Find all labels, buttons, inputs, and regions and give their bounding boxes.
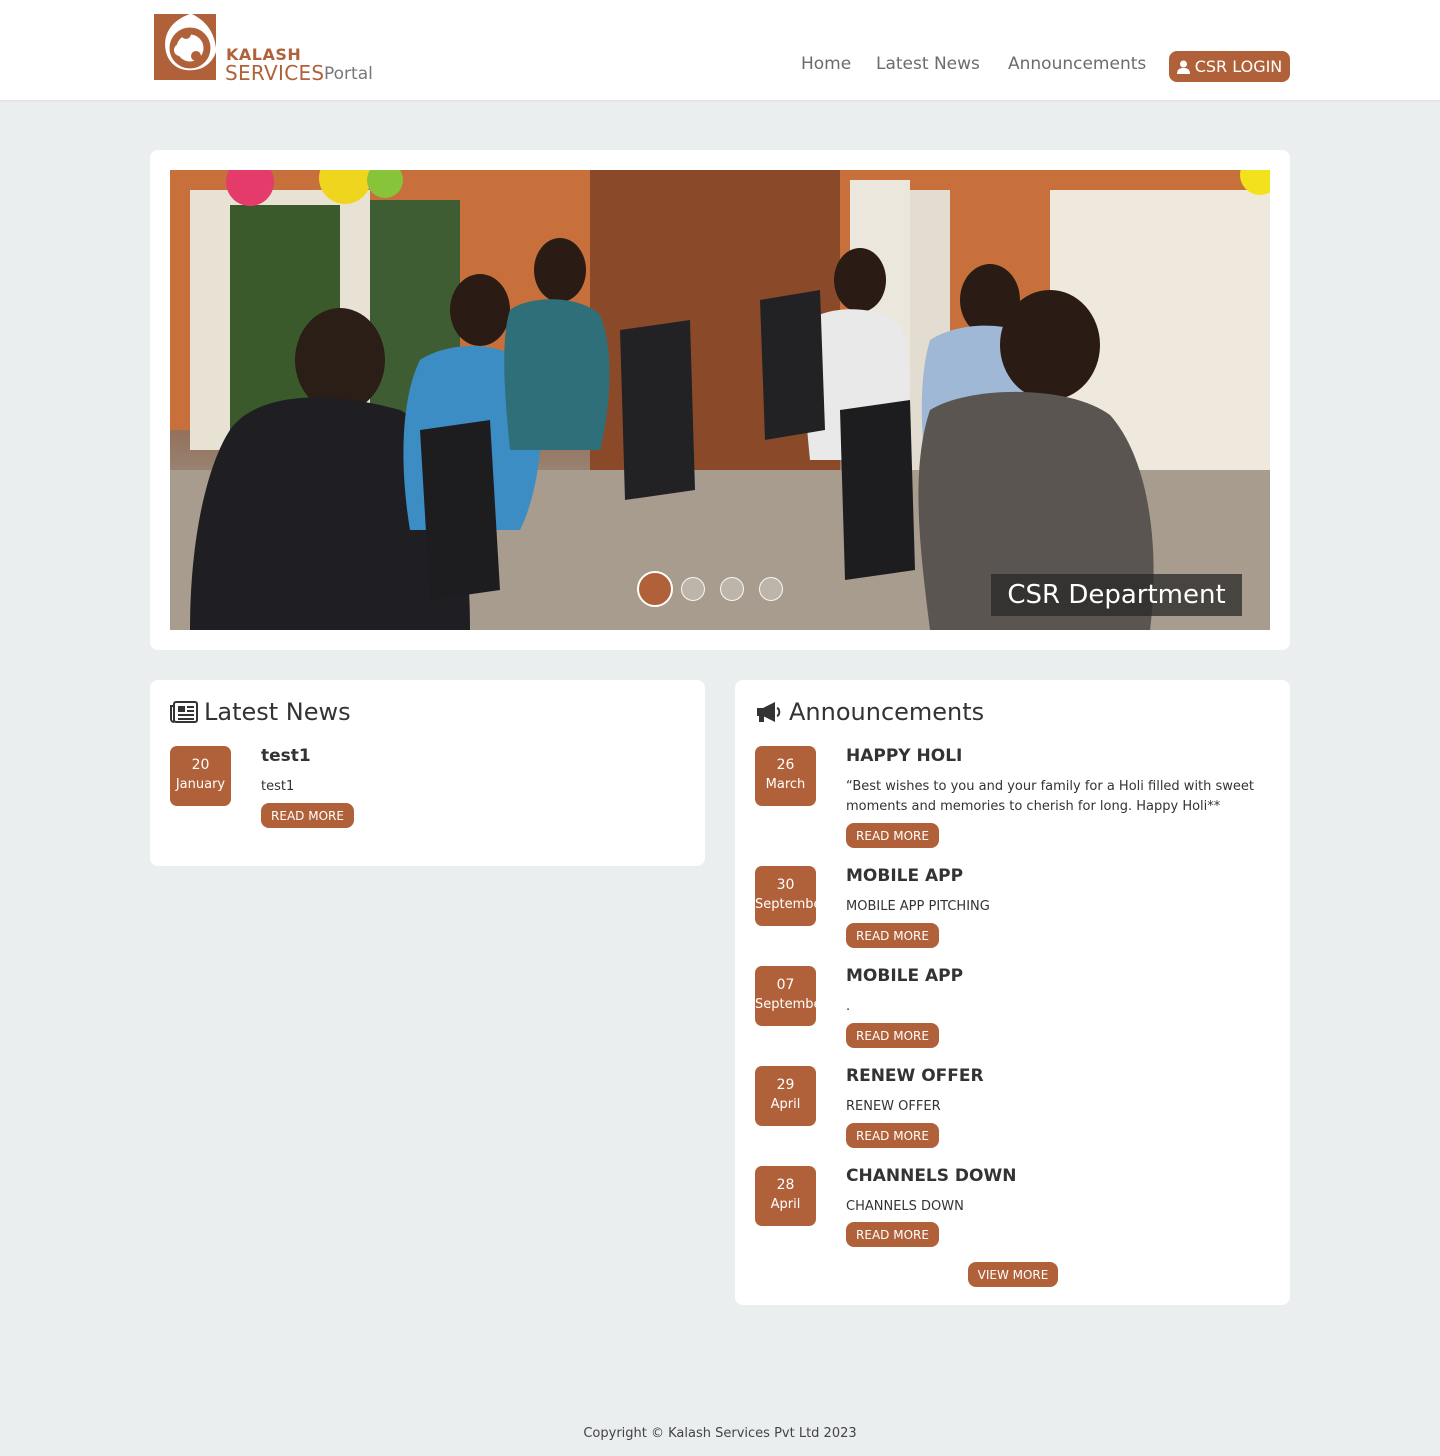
announcement-description: “Best wishes to you and your family for … bbox=[846, 779, 1255, 814]
logo-text-services: SERVICES bbox=[225, 61, 325, 85]
csr-login-label: CSR LOGIN bbox=[1194, 57, 1283, 76]
announcement-read-more-button[interactable]: READ MORE bbox=[846, 923, 939, 948]
news-date-badge: 20 January bbox=[170, 746, 231, 806]
slider-dot-2[interactable] bbox=[681, 577, 705, 601]
announcement-description: CHANNELS DOWN bbox=[846, 1199, 964, 1214]
announcement-date-day: 26 bbox=[776, 757, 795, 773]
kalash-logo-icon bbox=[154, 14, 216, 80]
announcement-read-more-button[interactable]: READ MORE bbox=[846, 1123, 939, 1148]
latest-news-heading: Latest News bbox=[170, 698, 351, 726]
slider-dot-4[interactable] bbox=[759, 577, 783, 601]
user-icon bbox=[1176, 60, 1190, 74]
news-read-more-button[interactable]: READ MORE bbox=[261, 803, 354, 828]
announcement-date-badge: 07 September bbox=[755, 966, 816, 1026]
announcement-description: RENEW OFFER bbox=[846, 1099, 941, 1114]
announcement-date-day: 28 bbox=[776, 1177, 795, 1193]
nav-home[interactable]: Home bbox=[801, 54, 851, 74]
slider-dot-3[interactable] bbox=[720, 577, 744, 601]
announcement-date-day: 07 bbox=[776, 977, 795, 993]
site-header: KALASH SERVICES Portal Home Latest News … bbox=[0, 0, 1440, 100]
announcement-description: MOBILE APP PITCHING bbox=[846, 899, 990, 914]
news-date-month: January bbox=[175, 777, 226, 792]
announcement-title[interactable]: HAPPY HOLI bbox=[846, 746, 962, 766]
slide-caption: CSR Department bbox=[991, 574, 1242, 616]
view-more-button[interactable]: VIEW MORE bbox=[968, 1262, 1058, 1287]
csr-login-button[interactable]: CSR LOGIN bbox=[1169, 51, 1290, 82]
nav-latest-news[interactable]: Latest News bbox=[876, 54, 980, 74]
announcement-read-more-button[interactable]: READ MORE bbox=[846, 1222, 939, 1247]
announcement-description: . bbox=[846, 999, 851, 1014]
announcement-date-month: March bbox=[765, 777, 806, 792]
nav-announcements[interactable]: Announcements bbox=[1008, 54, 1146, 74]
logo-text-portal: Portal bbox=[324, 64, 373, 84]
announcement-title[interactable]: MOBILE APP bbox=[846, 866, 963, 886]
announcement-date-badge: 28 April bbox=[755, 1166, 816, 1226]
slider-dot-1[interactable] bbox=[637, 571, 673, 607]
announcement-date-badge: 30 September bbox=[755, 866, 816, 926]
hero-slide-image: CSR Department bbox=[170, 170, 1270, 630]
announcement-date-month: April bbox=[770, 1197, 801, 1212]
site-logo[interactable]: KALASH SERVICES Portal bbox=[152, 12, 382, 85]
announcement-date-day: 30 bbox=[776, 877, 795, 893]
announcement-date-day: 29 bbox=[776, 1077, 795, 1093]
announcement-read-more-button[interactable]: READ MORE bbox=[846, 1023, 939, 1048]
megaphone-icon bbox=[757, 702, 781, 722]
announcement-title[interactable]: CHANNELS DOWN bbox=[846, 1166, 1016, 1186]
news-date-day: 20 bbox=[191, 757, 210, 773]
news-title[interactable]: test1 bbox=[261, 746, 311, 766]
latest-news-title: Latest News bbox=[204, 698, 351, 726]
news-description: test1 bbox=[261, 779, 295, 794]
footer-copyright: Copyright © Kalash Services Pvt Ltd 2023 bbox=[583, 1426, 857, 1441]
office-scene-illustration bbox=[170, 170, 1270, 630]
announcement-date-badge: 29 April bbox=[755, 1066, 816, 1126]
announcements-heading: Announcements bbox=[755, 698, 984, 726]
announcements-card: Announcements 26 March HAPPY HOLI “Best … bbox=[735, 680, 1290, 1305]
announcement-title[interactable]: MOBILE APP bbox=[846, 966, 963, 986]
announcement-title[interactable]: RENEW OFFER bbox=[846, 1066, 984, 1086]
latest-news-card: Latest News 20 January test1 test1 READ … bbox=[150, 680, 705, 866]
announcement-date-month: September bbox=[755, 997, 816, 1012]
announcement-date-month: September bbox=[755, 897, 816, 912]
announcements-title: Announcements bbox=[789, 698, 985, 726]
hero-slider-card: CSR Department bbox=[150, 150, 1290, 650]
announcement-date-badge: 26 March bbox=[755, 746, 816, 806]
announcement-read-more-button[interactable]: READ MORE bbox=[846, 823, 939, 848]
announcement-date-month: April bbox=[770, 1097, 801, 1112]
newspaper-icon bbox=[170, 701, 198, 723]
